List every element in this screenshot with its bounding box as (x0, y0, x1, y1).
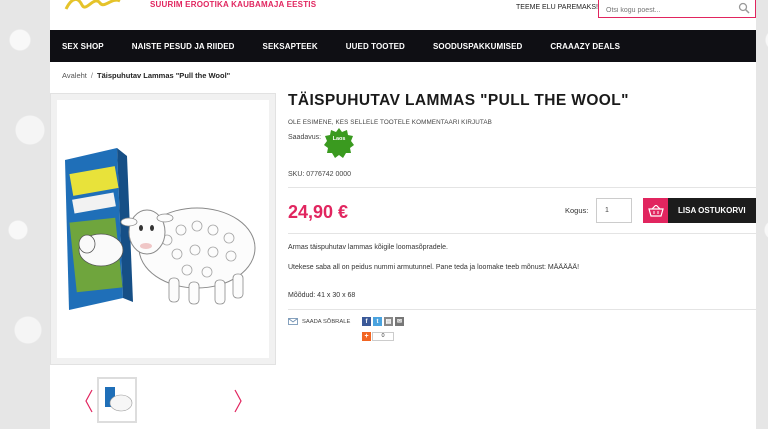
gallery-prev-arrow-icon[interactable] (84, 389, 94, 413)
sheep-product-picture (65, 148, 256, 310)
availability-badge: Laos (324, 128, 354, 158)
page: SUURIM EROOTIKA KAUBAMAJA EESTIS TEEME E… (50, 0, 756, 429)
nav-item-uued-tooted[interactable]: UUED TOOTED (346, 42, 405, 51)
product-dimensions: Mõõdud: 41 x 30 x 68 (288, 292, 356, 299)
share-counter: + 0 (362, 332, 394, 341)
basket-icon (643, 198, 668, 223)
nav-item-sex-shop[interactable]: SEX SHOP (62, 42, 104, 51)
breadcrumb-current: Täispuhutav Lammas "Pull the Wool" (96, 71, 231, 80)
share-count: 0 (372, 332, 394, 341)
right-decoration (756, 0, 768, 429)
availability-label: Saadavus: (288, 134, 322, 141)
facebook-icon[interactable]: f (362, 317, 371, 326)
product-image-frame (57, 100, 269, 358)
send-to-friend-link[interactable]: SAADA SÕBRALE (288, 318, 350, 325)
twitter-icon[interactable]: t (373, 317, 382, 326)
tagline: SUURIM EROOTIKA KAUBAMAJA EESTIS (150, 0, 317, 9)
product-main-image[interactable] (50, 93, 276, 365)
add-to-cart-label: LISA OSTUKORVI (678, 206, 746, 215)
add-to-cart-button[interactable]: LISA OSTUKORVI (643, 198, 756, 223)
divider (288, 233, 756, 234)
breadcrumb-home[interactable]: Avaleht (62, 71, 87, 80)
nav-item-seksapteek[interactable]: SEKSAPTEEK (263, 42, 318, 51)
nav-item-craaazy-deals[interactable]: CRAAAZY DEALS (550, 42, 620, 51)
search-input[interactable] (599, 1, 729, 20)
header: SUURIM EROOTIKA KAUBAMAJA EESTIS TEEME E… (50, 0, 756, 30)
add-share-button[interactable]: + (362, 332, 371, 341)
envelope-icon (288, 318, 298, 325)
product-info: TÄISPUHUTAV LAMMAS "PULL THE WOOL" OLE E… (288, 92, 756, 341)
breadcrumb-separator: / (90, 71, 93, 80)
product-description-2: Utekese saba all on peidus nummi armutun… (288, 264, 580, 271)
badge-seal-icon (324, 128, 354, 158)
left-decoration (0, 0, 50, 429)
first-review-link[interactable]: OLE ESIMENE, KES SELLELE TOOTELE KOMMENT… (288, 119, 756, 126)
slogan: TEEME ELU PAREMAKS! (516, 4, 598, 11)
product-title: TÄISPUHUTAV LAMMAS "PULL THE WOOL" (288, 92, 629, 109)
quantity-input[interactable] (596, 198, 632, 223)
gallery-next-arrow-icon[interactable] (233, 389, 243, 413)
print-icon[interactable]: ▤ (384, 317, 393, 326)
product-price: 24,90 € (288, 202, 349, 222)
quantity-label: Kogus: (565, 206, 589, 215)
email-icon[interactable]: ✉ (395, 317, 404, 326)
breadcrumb: Avaleht / Täispuhutav Lammas "Pull the Woo… (62, 71, 230, 80)
search-box (598, 0, 756, 20)
divider (288, 187, 756, 188)
product-thumbnail[interactable] (97, 377, 137, 423)
search-icon[interactable] (738, 2, 750, 14)
nav-item-naiste-pesud[interactable]: NAISTE PESUD JA RIIDED (132, 42, 235, 51)
logo[interactable] (64, 0, 124, 16)
main-nav: SEX SHOP NAISTE PESUD JA RIIDED SEKSAPTE… (50, 30, 756, 62)
nav-item-sooduspakkumised[interactable]: SOODUSPAKKUMISED (433, 42, 522, 51)
availability: Saadavus: Laos (288, 128, 354, 158)
product-description-1: Armas täispuhutav lammas kõigile loomasõ… (288, 244, 448, 251)
availability-badge-text: Laos (332, 136, 346, 142)
send-to-friend-label: SAADA SÕBRALE (302, 318, 351, 325)
product-sku: SKU: 0776742 0000 (288, 171, 352, 178)
divider (288, 309, 756, 310)
social-share-icons: f t ▤ ✉ (362, 317, 404, 326)
